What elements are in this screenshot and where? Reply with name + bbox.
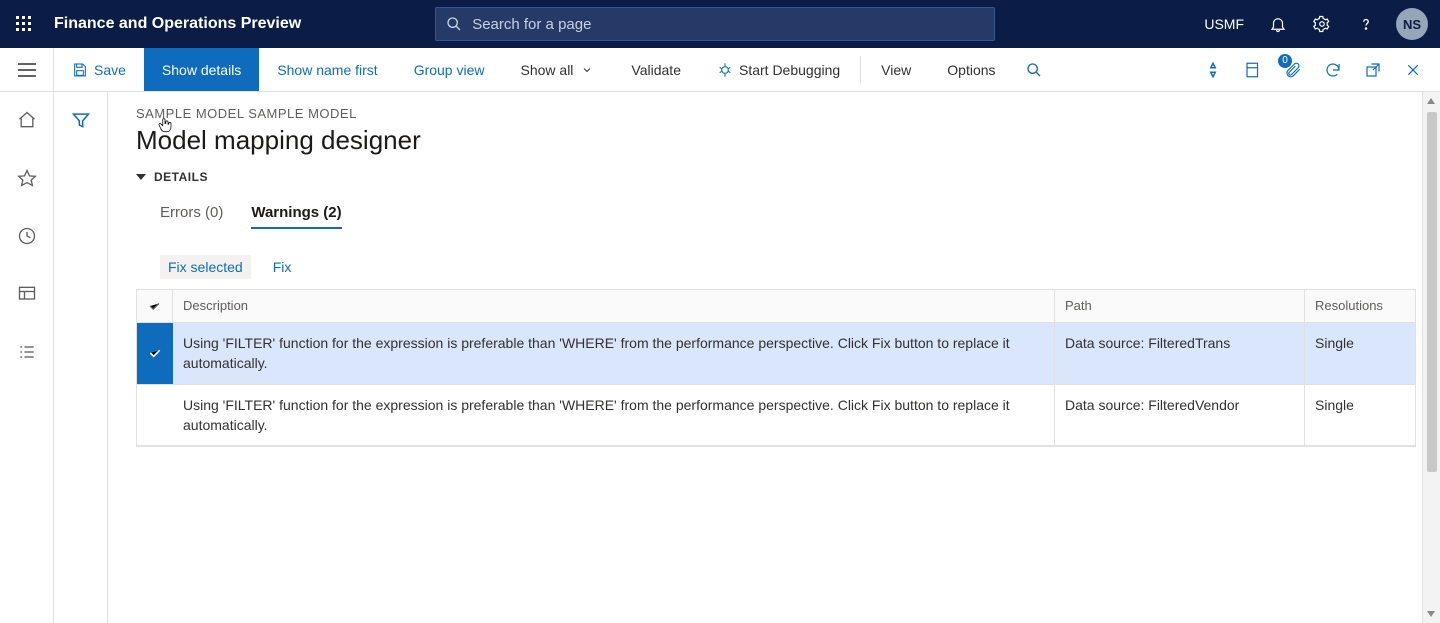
options-label: Options bbox=[947, 62, 995, 78]
warnings-grid: Description Path Resolutions Using 'FILT… bbox=[136, 289, 1416, 447]
fix-selected-button[interactable]: Fix selected bbox=[160, 255, 251, 279]
vertical-scrollbar[interactable] bbox=[1422, 92, 1440, 623]
main-content: SAMPLE MODEL SAMPLE MODEL Model mapping … bbox=[108, 92, 1440, 623]
grid-row[interactable]: Using 'FILTER' function for the expressi… bbox=[137, 323, 1415, 385]
show-details-label: Show details bbox=[162, 62, 241, 78]
header-path[interactable]: Path bbox=[1055, 290, 1305, 322]
tab-warnings[interactable]: Warnings (2) bbox=[251, 198, 341, 229]
view-button[interactable]: View bbox=[863, 48, 929, 91]
options-button[interactable]: Options bbox=[929, 48, 1013, 91]
workspaces-icon[interactable] bbox=[9, 276, 45, 312]
close-icon[interactable] bbox=[1394, 48, 1432, 92]
detail-tabs: Errors (0) Warnings (2) bbox=[136, 198, 1416, 229]
start-debugging-label: Start Debugging bbox=[739, 62, 840, 78]
personalize-icon[interactable] bbox=[1194, 48, 1232, 92]
breadcrumb: SAMPLE MODEL SAMPLE MODEL bbox=[136, 106, 1416, 121]
row-checkbox[interactable] bbox=[137, 323, 173, 384]
office-icon[interactable] bbox=[1234, 48, 1272, 92]
app-launcher-icon[interactable] bbox=[0, 0, 48, 48]
recent-icon[interactable] bbox=[9, 218, 45, 254]
home-icon[interactable] bbox=[9, 102, 45, 138]
caret-down-icon bbox=[136, 174, 146, 180]
command-bar: Save Show details Show name first Group … bbox=[0, 48, 1440, 92]
global-search[interactable] bbox=[435, 7, 995, 41]
validate-button[interactable]: Validate bbox=[613, 48, 699, 91]
show-name-first-button[interactable]: Show name first bbox=[259, 48, 395, 91]
filter-icon[interactable] bbox=[63, 102, 99, 138]
refresh-icon[interactable] bbox=[1314, 48, 1352, 92]
attachments-icon[interactable]: 0 bbox=[1274, 48, 1312, 92]
help-icon[interactable] bbox=[1346, 0, 1386, 48]
command-search-button[interactable] bbox=[1014, 48, 1054, 91]
brand-title: Finance and Operations Preview bbox=[48, 15, 315, 33]
select-all-checkbox[interactable] bbox=[137, 290, 173, 322]
view-label: View bbox=[881, 62, 911, 78]
row-path: Data source: FilteredTrans bbox=[1055, 323, 1305, 384]
settings-icon[interactable] bbox=[1302, 0, 1342, 48]
show-name-first-label: Show name first bbox=[277, 62, 377, 78]
favorites-icon[interactable] bbox=[9, 160, 45, 196]
global-search-input[interactable] bbox=[472, 16, 984, 33]
details-label: DETAILS bbox=[154, 170, 208, 184]
nav-toggle-icon[interactable] bbox=[0, 48, 54, 91]
top-nav: Finance and Operations Preview USMF NS bbox=[0, 0, 1440, 48]
details-section-toggle[interactable]: DETAILS bbox=[136, 170, 1416, 184]
header-description[interactable]: Description bbox=[173, 290, 1055, 322]
show-all-label: Show all bbox=[521, 62, 574, 78]
group-view-button[interactable]: Group view bbox=[396, 48, 503, 91]
save-icon bbox=[72, 62, 88, 78]
row-path: Data source: FilteredVendor bbox=[1055, 385, 1305, 446]
row-resolutions: Single bbox=[1305, 385, 1415, 446]
save-button[interactable]: Save bbox=[54, 48, 144, 91]
debug-icon bbox=[717, 62, 733, 78]
save-label: Save bbox=[94, 62, 126, 78]
row-checkbox[interactable] bbox=[137, 385, 173, 446]
row-description: Using 'FILTER' function for the expressi… bbox=[173, 323, 1055, 384]
modules-icon[interactable] bbox=[9, 334, 45, 370]
popout-icon[interactable] bbox=[1354, 48, 1392, 92]
row-description: Using 'FILTER' function for the expressi… bbox=[173, 385, 1055, 446]
divider bbox=[860, 56, 861, 83]
grid-header: Description Path Resolutions bbox=[137, 290, 1415, 323]
tab-errors[interactable]: Errors (0) bbox=[160, 198, 223, 229]
filter-rail bbox=[54, 92, 108, 623]
chevron-down-icon bbox=[579, 62, 595, 78]
notifications-icon[interactable] bbox=[1258, 0, 1298, 48]
row-resolutions: Single bbox=[1305, 323, 1415, 384]
header-resolutions[interactable]: Resolutions bbox=[1305, 290, 1415, 322]
search-icon bbox=[1026, 62, 1042, 78]
group-view-label: Group view bbox=[414, 62, 485, 78]
user-avatar[interactable]: NS bbox=[1396, 8, 1428, 40]
page-title: Model mapping designer bbox=[136, 125, 1416, 156]
show-all-dropdown[interactable]: Show all bbox=[503, 48, 614, 91]
grid-row[interactable]: Using 'FILTER' function for the expressi… bbox=[137, 385, 1415, 447]
attachments-badge: 0 bbox=[1278, 54, 1292, 68]
grid-actions: Fix selected Fix bbox=[136, 255, 1416, 279]
scrollbar-thumb[interactable] bbox=[1427, 112, 1437, 472]
left-rail bbox=[0, 92, 54, 623]
show-details-button[interactable]: Show details bbox=[144, 48, 259, 91]
start-debugging-button[interactable]: Start Debugging bbox=[699, 48, 858, 91]
fix-button[interactable]: Fix bbox=[265, 255, 300, 279]
company-code[interactable]: USMF bbox=[1194, 16, 1254, 32]
validate-label: Validate bbox=[631, 62, 681, 78]
